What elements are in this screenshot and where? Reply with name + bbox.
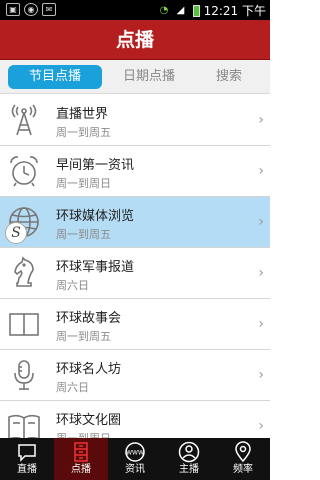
- mail-icon: ✉: [42, 3, 56, 16]
- bottom-nav: 直播 点播 WWW 资讯 主播 频率: [0, 438, 270, 480]
- tab-date-vod[interactable]: 日期点播: [104, 65, 194, 89]
- chevron-right-icon: ›: [258, 112, 264, 128]
- nav-live[interactable]: 直播: [0, 438, 54, 480]
- list-item[interactable]: 环球文化圈 周一到周日 ›: [0, 401, 270, 438]
- nav-label: 主播: [179, 464, 199, 475]
- list-item-schedule: 周一到周日: [56, 430, 111, 438]
- list-item[interactable]: 环球故事会 周一到周五 ›: [0, 299, 270, 350]
- list-item[interactable]: 早间第一资讯 周一到周日 ›: [0, 146, 270, 197]
- chevron-right-icon: ›: [258, 265, 264, 281]
- page-title: 点播: [0, 20, 270, 60]
- nav-label: 直播: [17, 464, 37, 475]
- book-icon: [9, 313, 39, 336]
- nav-label: 点播: [71, 464, 91, 475]
- list-item[interactable]: 环球媒体浏览 周一到周五 ›: [0, 197, 270, 248]
- nav-frequency[interactable]: 频率: [216, 438, 270, 480]
- chevron-right-icon: ›: [258, 367, 264, 383]
- image-icon: ▣: [6, 3, 20, 16]
- location-pin-icon: [235, 441, 251, 463]
- chess-knight-icon: [14, 256, 34, 287]
- nav-label: 频率: [233, 464, 253, 475]
- list-item-schedule: 周六日: [56, 279, 89, 292]
- tab-bar: 节目点播 日期点播 搜索: [0, 60, 270, 94]
- list-item[interactable]: 环球军事报道 周六日 ›: [0, 248, 270, 299]
- list-item-schedule: 周一到周五: [56, 126, 111, 139]
- program-list: 直播世界 周一到周五 › 早间第一资讯 周一到周日 › 环球媒体浏览 周一到周五…: [0, 95, 270, 438]
- tab-search[interactable]: 搜索: [196, 65, 262, 89]
- tab-program-vod[interactable]: 节目点播: [8, 65, 102, 89]
- status-time: 12:21 下午: [203, 4, 266, 18]
- alarm-clock-icon: [10, 156, 38, 187]
- chevron-right-icon: ›: [258, 418, 264, 434]
- list-item-title: 环球军事报道: [56, 260, 135, 275]
- list-item-title: 早间第一资讯: [56, 158, 135, 173]
- nav-vod[interactable]: 点播: [54, 438, 108, 480]
- media-icon: ◉: [24, 3, 38, 16]
- list-item-schedule: 周一到周五: [56, 228, 111, 241]
- nav-news[interactable]: WWW 资讯: [108, 438, 162, 480]
- list-item[interactable]: 直播世界 周一到周五 ›: [0, 95, 270, 146]
- list-item-title: 直播世界: [56, 107, 109, 122]
- cabinet-icon: [74, 442, 88, 462]
- user-icon: [178, 441, 200, 463]
- floating-assistant-badge[interactable]: S: [5, 222, 27, 244]
- microphone-icon: [14, 360, 34, 390]
- nav-label: 资讯: [125, 464, 145, 475]
- chat-bubble-icon: [18, 444, 36, 462]
- list-item[interactable]: 环球名人坊 周六日 ›: [0, 350, 270, 401]
- open-book-icon: [8, 414, 40, 438]
- list-item-title: 环球故事会: [56, 311, 122, 326]
- radio-tower-icon: [11, 104, 37, 136]
- chevron-right-icon: ›: [258, 214, 264, 230]
- svg-text:WWW: WWW: [126, 450, 144, 457]
- list-item-schedule: 周六日: [56, 381, 89, 394]
- battery-icon: [192, 4, 200, 17]
- chevron-right-icon: ›: [258, 163, 264, 179]
- nav-host[interactable]: 主播: [162, 438, 216, 480]
- list-item-title: 环球名人坊: [56, 362, 122, 377]
- list-item-title: 环球文化圈: [56, 413, 122, 428]
- list-item-schedule: 周一到周日: [56, 177, 111, 190]
- list-item-title: 环球媒体浏览: [56, 209, 135, 224]
- status-bar: ▣ ◉ ✉ ◔ ◢ 12:21 下午: [0, 0, 270, 20]
- list-item-schedule: 周一到周五: [56, 330, 111, 343]
- signal-icon: ◢: [176, 5, 185, 16]
- chevron-right-icon: ›: [258, 316, 264, 332]
- www-globe-icon: WWW: [125, 442, 145, 462]
- wifi-icon: ◔: [159, 4, 169, 16]
